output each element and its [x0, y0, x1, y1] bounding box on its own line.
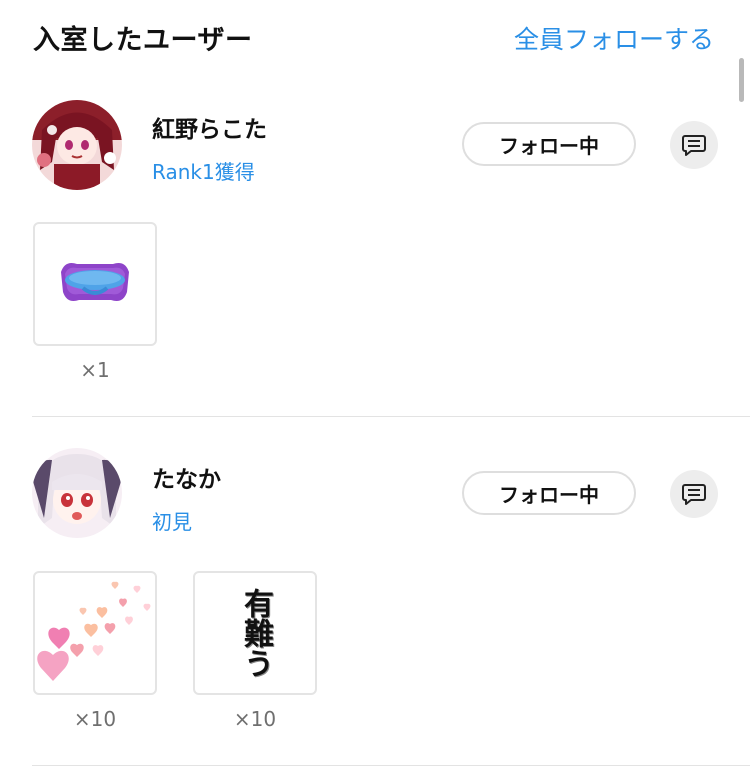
- message-button[interactable]: [670, 470, 718, 518]
- pacifier-icon: [61, 263, 129, 301]
- page-title: 入室したユーザー: [33, 25, 253, 56]
- scrollbar[interactable]: [739, 58, 744, 102]
- message-button[interactable]: [670, 121, 718, 169]
- avatar[interactable]: [32, 100, 122, 190]
- avatar[interactable]: [32, 448, 122, 538]
- chat-icon: [682, 484, 706, 505]
- gift-tile: [33, 222, 157, 346]
- gift-count: ×10: [233, 707, 277, 731]
- gift-tile: [33, 571, 157, 695]
- hearts-icon: [37, 581, 151, 681]
- divider: [32, 765, 750, 766]
- gift-count: ×1: [80, 358, 110, 382]
- following-button[interactable]: フォロー中: [462, 471, 636, 515]
- user-name[interactable]: 紅野らこた: [152, 110, 267, 144]
- user-badge: Rank1獲得: [152, 160, 255, 184]
- user-name[interactable]: たなか: [152, 460, 221, 494]
- chat-icon: [682, 135, 706, 156]
- user-badge: 初見: [152, 510, 192, 534]
- following-button[interactable]: フォロー中: [462, 122, 636, 166]
- header: 入室したユーザー 全員フォローする: [0, 0, 750, 80]
- gift-tile: 有難う: [193, 571, 317, 695]
- follow-all-link[interactable]: 全員フォローする: [514, 20, 714, 56]
- arigatou-calligraphy-icon: 有難う: [238, 588, 273, 678]
- gift-count: ×10: [73, 707, 117, 731]
- divider: [32, 416, 750, 417]
